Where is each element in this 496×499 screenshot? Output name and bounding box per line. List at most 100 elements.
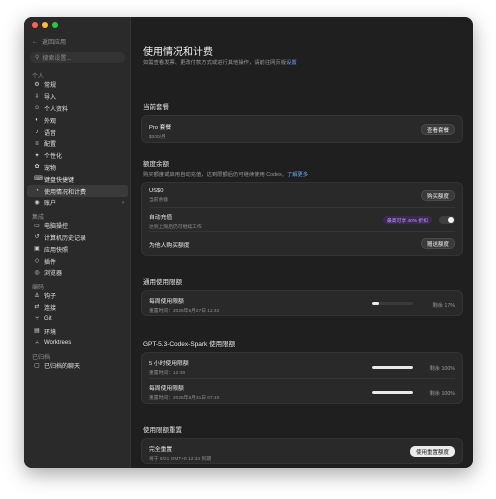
spark-weekly-limit-reset: 重置时间：2026年8月31日 07:40 [149,396,220,401]
sidebar-item[interactable]: ⌨ 键盘快捷键 [27,173,128,185]
sidebar-item-label: 外观 [44,118,57,125]
general-limits-card: 每周使用限额 重置时间：2026年8月27日 11:43 剩余 17% [141,290,463,316]
sidebar-item[interactable]: ✿ 宠物 [27,162,128,174]
sidebar-item-label: 常规 [44,83,57,90]
auto-recharge-sub: 达到上限后仍可继续工作 [149,225,202,230]
credits-heading: 额度余额 [143,161,169,168]
buy-credits-button[interactable]: 购买额度 [420,190,455,201]
balance-amount: US$0 [149,188,164,194]
current-plan-heading: 当前套餐 [143,104,169,111]
arrow-left-icon: ← [32,38,38,45]
settings-link[interactable]: 设置 [286,60,297,66]
sidebar-item-label: 钩子 [44,294,57,301]
sidebar-item[interactable]: ▤ 环境 [27,325,128,337]
sidebar-item[interactable]: ⚙ 常规 [27,79,128,91]
use-reset-button[interactable]: 使用重置额度 [409,446,455,457]
sidebar-section-title: 个人 [32,74,45,80]
subtitle-text: 如需查看发票、更改付款方式或进行其他操作，请前往网页版 [143,60,287,66]
auto-recharge-toggle[interactable] [439,216,455,224]
sidebar-item[interactable]: ⑃ Worktrees [27,337,128,349]
spark-weekly-limit-fill [372,391,413,394]
sidebar-nav: 个人 ⚙ 常规 ⇩ 导入 ☺ 个人资料 ◐ 外观 ♪ 语音 ≡ 配置 ✦ 个性化 ✿ 宠物 ⌨ 键盘快捷键 ◔ 使用情况… [24,68,131,372]
sidebar-item-label: 电脑操控 [44,224,69,231]
sidebar: ← 返回应用 ⚲ 搜索设置... 个人 ⚙ 常规 ⇩ 导入 ☺ 个人资料 ◐ 外观 ♪ 语音 ≡ 配置 ✦… [24,17,131,468]
sidebar-item-label: 键盘快捷键 [44,177,75,184]
sidebar-item[interactable]: ▢ 已归档的聊天 [27,360,128,372]
weekly-limit-reset: 重置时间：2026年8月27日 11:43 [149,309,220,314]
plan-price: $200/月 [149,135,166,140]
zoom-button[interactable] [52,22,58,28]
sidebar-item[interactable]: ▣ 应用快照 [27,243,128,255]
five-hour-limit-fill [372,366,413,369]
sidebar-item[interactable]: ⇄ 连接 [27,302,128,314]
sidebar-item-label: 环境 [44,329,57,336]
git-icon: ⑂ [35,316,39,323]
general-limits-heading: 通用使用限额 [143,279,182,286]
chevron-right-icon: › [122,199,124,206]
learn-more-link[interactable]: 了解更多 [287,172,308,178]
spark-weekly-limit-remaining: 剩余 100% [429,391,455,397]
sidebar-item-label: 连接 [44,305,57,312]
sidebar-section-title: 集成 [32,214,45,221]
sidebar-item[interactable]: ◔ 使用情况和计费 [27,185,128,197]
config-icon: ≡ [35,140,39,147]
worktrees-icon: ⑃ [35,339,39,346]
current-plan-card: Pro 套餐 $200/月 查看套餐 [141,115,463,143]
search-input[interactable]: ⚲ 搜索设置... [30,52,125,63]
divider [149,378,455,379]
personalize-icon: ✦ [34,152,40,159]
minimize-button[interactable] [42,22,48,28]
sidebar-item[interactable]: ⑂ Git [27,313,128,325]
sidebar-item-label: 浏览器 [44,271,63,278]
profile-icon: ☺ [34,105,41,112]
import-icon: ⇩ [34,93,40,100]
voice-icon: ♪ [35,129,39,136]
gift-credits-button[interactable]: 赠送额度 [420,238,455,249]
page-title: 使用情况和计费 [143,47,213,58]
sidebar-item-label: 个性化 [44,154,63,161]
sidebar-item-label: 已归档的聊天 [44,364,81,371]
sidebar-item-label: 宠物 [44,165,57,172]
gift-credits-title: 为他人购买额度 [149,243,190,249]
close-button[interactable] [32,22,38,28]
five-hour-limit-reset: 重置时间：12:49 [149,371,185,376]
sidebar-item-label: 账户 [44,201,57,208]
connect-icon: ⇄ [34,304,40,311]
spark-limits-card: 5 小时使用限额 重置时间：12:49 剩余 100% 每周使用限额 重置时间：… [141,352,463,404]
sidebar-item[interactable]: ◎ 浏览器 [27,267,128,279]
sidebar-item[interactable]: ♪ 语音 [27,126,128,138]
credits-desc-text: 购买额度或启用自动充值，达到限额后仍可继续使用 Codex。 [143,172,287,178]
sidebar-item[interactable]: ▭ 电脑操控 [27,220,128,232]
search-placeholder: 搜索设置... [42,56,72,62]
reset-heading: 使用限额重置 [143,427,182,434]
sidebar-item[interactable]: ✦ 个性化 [27,150,128,162]
hook-icon: ⚓ [34,292,40,299]
five-hour-limit-bar [372,366,413,369]
sidebar-item[interactable]: ◇ 插件 [27,255,128,267]
sidebar-item[interactable]: ≡ 配置 [27,138,128,150]
back-to-app-link[interactable]: ← 返回应用 [32,37,67,47]
usage-icon: ◔ [35,188,39,195]
sidebar-item[interactable]: ⇩ 导入 [27,91,128,103]
sidebar-item[interactable]: ◐ 外观 [27,114,128,126]
archive-icon: ▢ [34,362,40,369]
account-icon: ◉ [34,199,40,206]
sidebar-item-label: 个人资料 [44,106,69,113]
sidebar-item-label: Worktrees [44,339,72,346]
balance-label: 当前余额 [149,198,169,203]
sidebar-item[interactable]: ⚓ 钩子 [27,290,128,302]
sidebar-item-label: 语音 [44,130,57,137]
history-icon: ↺ [34,234,40,241]
sidebar-section-title: 已归档 [32,354,51,361]
view-plan-button[interactable]: 查看套餐 [420,124,455,135]
browser-icon: ◎ [34,269,40,276]
sidebar-item[interactable]: ↺ 计算机历史记录 [27,232,128,244]
sidebar-item[interactable]: ☺ 个人资料 [27,103,128,115]
appearance-icon: ◐ [35,117,39,124]
back-label: 返回应用 [42,40,67,46]
divider [149,207,455,208]
pet-icon: ✿ [34,164,40,171]
sidebar-item-label: 配置 [44,142,57,149]
sidebar-item[interactable]: ◉ 账户 › [27,197,128,209]
gear-icon: ⚙ [34,81,40,88]
